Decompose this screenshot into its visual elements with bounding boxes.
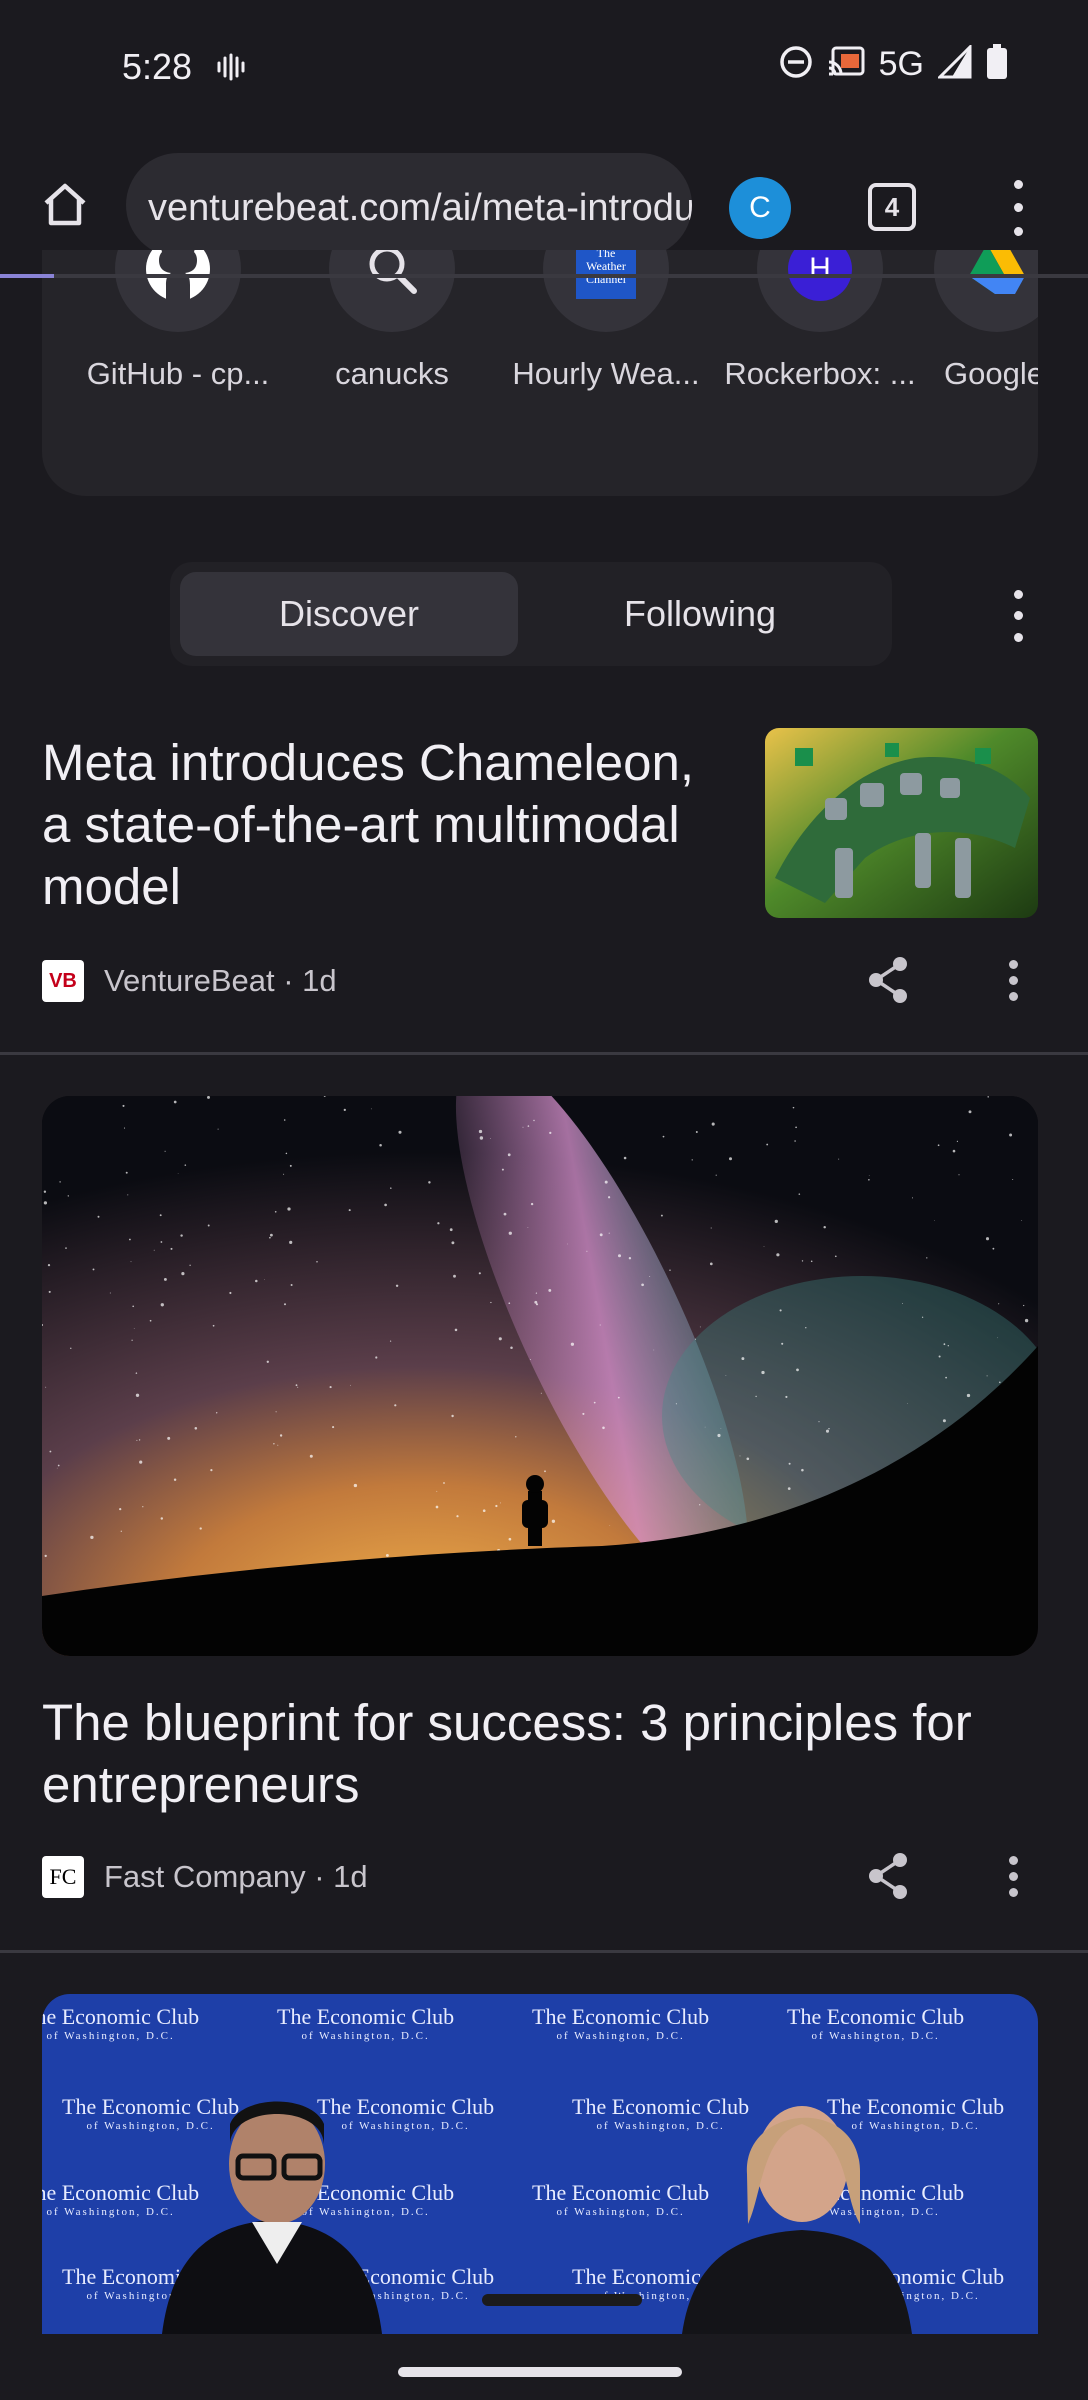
article-meta: FC Fast Company · 1d bbox=[42, 1856, 368, 1898]
article-more-button[interactable] bbox=[998, 1846, 1028, 1906]
menu-dot bbox=[1013, 203, 1023, 213]
page-load-progress bbox=[0, 274, 55, 278]
share-button[interactable] bbox=[858, 1846, 918, 1906]
shortcut-label: Google bbox=[944, 356, 1038, 391]
weather-channel-icon: The Weather Channel bbox=[543, 250, 669, 332]
feed-tabs: Discover Following bbox=[170, 562, 892, 666]
share-icon bbox=[869, 957, 907, 1003]
article-meta: VB VentureBeat · 1d bbox=[42, 960, 337, 1002]
letter-avatar-icon: H bbox=[757, 250, 883, 332]
share-icon bbox=[869, 1853, 907, 1899]
menu-dot bbox=[1013, 226, 1023, 236]
share-button[interactable] bbox=[858, 950, 918, 1010]
gesture-handle[interactable] bbox=[398, 2367, 682, 2377]
menu-dot bbox=[1008, 1871, 1018, 1881]
feed-menu-button[interactable] bbox=[1000, 584, 1036, 648]
menu-dot bbox=[1008, 1887, 1018, 1897]
fast-company-logo: FC bbox=[42, 1856, 84, 1898]
github-icon bbox=[115, 250, 241, 332]
home-button[interactable] bbox=[30, 169, 100, 239]
browser-menu-button[interactable] bbox=[1000, 173, 1036, 243]
home-icon bbox=[44, 183, 86, 226]
shortcut-github[interactable]: GitHub - cp... bbox=[78, 250, 278, 392]
menu-dot bbox=[1013, 611, 1023, 621]
battery-icon bbox=[986, 44, 1008, 85]
network-label: 5G bbox=[878, 45, 924, 83]
page-load-progress-track bbox=[0, 274, 1088, 278]
shortcut-canucks[interactable]: canucks bbox=[292, 250, 492, 392]
venturebeat-logo: VB bbox=[42, 960, 84, 1002]
shortcuts-card: GitHub - cp... canucks The Weather Chann… bbox=[42, 250, 1038, 496]
shortcut-label: Hourly Wea... bbox=[512, 356, 700, 391]
do-not-disturb-icon bbox=[779, 45, 813, 84]
article-headline[interactable]: The blueprint for success: 3 principles … bbox=[42, 1692, 1042, 1816]
signal-icon bbox=[936, 43, 972, 84]
menu-dot bbox=[1008, 1855, 1018, 1865]
tab-switcher-button[interactable]: 4 bbox=[868, 183, 916, 231]
url-bar[interactable]: venturebeat.com/ai/meta-introduces-chame… bbox=[126, 153, 692, 257]
shortcut-label: Rockerbox: ... bbox=[724, 356, 916, 391]
article-divider bbox=[0, 1950, 1088, 1953]
tab-discover[interactable]: Discover bbox=[180, 572, 518, 656]
google-drive-icon bbox=[934, 250, 1038, 332]
profile-button[interactable]: C bbox=[729, 177, 791, 239]
article-source-age: Fast Company · 1d bbox=[104, 1859, 368, 1894]
shortcut-label: GitHub - cp... bbox=[86, 356, 270, 391]
menu-dot bbox=[1008, 959, 1018, 969]
menu-dot bbox=[1008, 975, 1018, 985]
shortcut-rockerbox[interactable]: H Rockerbox: ... bbox=[720, 250, 920, 392]
article-thumbnail[interactable] bbox=[765, 728, 1038, 918]
search-icon bbox=[329, 250, 455, 332]
article-source-age: VentureBeat · 1d bbox=[104, 963, 337, 998]
status-time: 5:28 bbox=[122, 46, 193, 87]
tab-following[interactable]: Following bbox=[530, 572, 870, 656]
shortcut-label: canucks bbox=[335, 356, 449, 391]
article-more-button[interactable] bbox=[998, 950, 1028, 1010]
article-divider bbox=[0, 1052, 1088, 1055]
menu-dot bbox=[1013, 632, 1023, 642]
menu-dot bbox=[1013, 180, 1023, 190]
article-hero-image[interactable] bbox=[42, 1096, 1038, 1656]
status-bar: 5:28 5G bbox=[0, 0, 1088, 135]
url-text[interactable]: venturebeat.com/ai/meta-introduces-chame… bbox=[148, 187, 692, 230]
cast-icon bbox=[827, 46, 865, 83]
article-hero-image[interactable]: The Economic Club of Washington, D.C. The … bbox=[42, 1994, 1038, 2334]
shortcut-google[interactable]: Google bbox=[934, 250, 1038, 392]
article-headline[interactable]: Meta introduces Chameleon, a state-of-th… bbox=[42, 732, 732, 918]
menu-dot bbox=[1013, 590, 1023, 600]
shortcut-weather[interactable]: The Weather Channel Hourly Wea... bbox=[506, 250, 706, 392]
vibrate-icon bbox=[216, 52, 246, 87]
menu-dot bbox=[1008, 991, 1018, 1001]
